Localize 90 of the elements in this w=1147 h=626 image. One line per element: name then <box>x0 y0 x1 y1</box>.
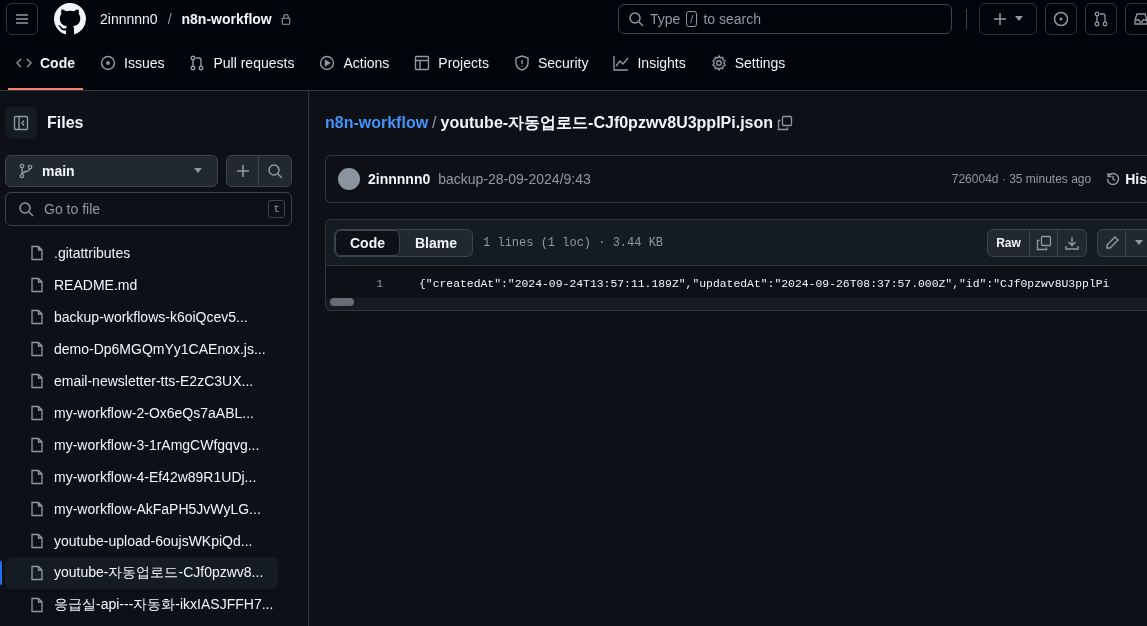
file-tree-item[interactable]: email-newsletter-tts-E2zC3UX... <box>5 365 278 397</box>
file-tree-item[interactable]: demo-Dp6MGQmYy1CAEnox.js... <box>5 333 278 365</box>
sidebar-title: Files <box>47 114 84 132</box>
file-tree-item[interactable]: README.md <box>5 269 278 301</box>
plus-icon <box>992 11 1008 27</box>
menu-button[interactable] <box>6 3 38 35</box>
history-link[interactable]: His <box>1105 171 1147 187</box>
search-icon <box>628 11 644 27</box>
create-new-button[interactable] <box>979 3 1037 35</box>
file-icon <box>29 565 45 581</box>
search-placeholder: Type <box>650 11 681 27</box>
pr-icon <box>189 55 206 71</box>
file-tree-item[interactable]: 응급실-api---자동화-ikxIASJFFH7... <box>5 589 278 621</box>
file-icon <box>29 341 45 357</box>
octocat-logo-icon[interactable] <box>54 3 86 35</box>
plus-icon <box>234 163 251 179</box>
line-number: 1 <box>375 278 383 290</box>
file-tree-item[interactable]: backup-workflows-k6oiQcev5... <box>5 301 278 333</box>
pull-requests-button[interactable] <box>1085 3 1117 35</box>
keyboard-shortcut: t <box>268 200 285 218</box>
file-icon <box>29 597 45 613</box>
history-icon <box>1105 171 1122 187</box>
table-icon <box>414 55 431 71</box>
repo-tab[interactable]: Projects <box>406 38 497 90</box>
caret-icon <box>1134 239 1144 246</box>
caret-icon <box>193 168 203 174</box>
file-tree-item[interactable]: youtube-upload-6oujsWKpiQd... <box>5 525 278 557</box>
inbox-icon <box>1133 11 1147 27</box>
file-icon <box>29 501 45 517</box>
search-field[interactable]: Type / to search <box>618 4 952 34</box>
issue-icon <box>1053 11 1069 27</box>
repo-link[interactable]: n8n-workflow <box>181 11 272 27</box>
keyboard-shortcut: / <box>686 11 698 27</box>
path-separator: / <box>167 11 172 27</box>
file-tree-item[interactable]: .gitattributes <box>5 237 278 269</box>
file-info: 1 lines (1 loc) · 3.44 KB <box>483 235 664 250</box>
menu-icon <box>14 11 30 27</box>
go-to-file-field[interactable]: Go to file t <box>5 192 292 226</box>
file-name: youtube-자동업로드-CJf0pzwv8U3pplPi.json <box>440 112 774 133</box>
branch-icon <box>18 163 34 179</box>
search-icon <box>267 163 283 179</box>
file-tree-item[interactable]: my-workflow-4-Ef42w89R1UDj... <box>5 461 278 493</box>
copy-icon <box>1035 234 1052 251</box>
path-separator: / <box>432 114 437 132</box>
issue-icon <box>100 55 116 71</box>
file-icon <box>29 405 45 421</box>
file-icon <box>29 437 45 453</box>
avatar <box>338 168 360 190</box>
gear-icon <box>710 55 727 71</box>
view-mode-tab[interactable]: Code <box>335 229 400 256</box>
repo-tab[interactable]: Settings <box>702 38 794 90</box>
pull-request-icon <box>1093 11 1109 27</box>
code-line: {"createdAt":"2024-09-24T13:57:11.189Z","updatedAt":"2024-09-26T08:37:57.000Z","id":"CJf0pzwv8U3pplPi <box>418 278 1110 290</box>
collapse-sidebar-button[interactable] <box>5 107 37 139</box>
file-tree-item[interactable]: my-workflow-2-Ox6eQs7aABL... <box>5 397 278 429</box>
file-icon <box>29 245 45 261</box>
repo-tab[interactable]: Issues <box>92 38 173 90</box>
file-icon <box>29 469 45 485</box>
shield-icon <box>513 55 530 71</box>
repo-tab[interactable]: Pull requests <box>181 38 303 90</box>
repo-tab[interactable]: Insights <box>605 38 694 90</box>
file-icon <box>29 373 45 389</box>
repo-link[interactable]: n8n-workflow <box>325 114 429 132</box>
repo-tab[interactable]: Code <box>8 38 83 90</box>
lock-icon <box>279 13 292 25</box>
file-tree-item[interactable]: my-workflow-AkFaPH5JvWyLG... <box>5 493 278 525</box>
file-tree-item[interactable]: my-workflow-3-1rAmgCWfgqvg... <box>5 429 278 461</box>
search-icon <box>18 201 34 217</box>
repo-tab[interactable]: Actions <box>311 38 398 90</box>
graph-icon <box>613 55 630 71</box>
commit-meta: 726004d · 35 minutes ago <box>951 172 1092 186</box>
branch-selector[interactable]: main <box>5 155 218 187</box>
file-icon <box>29 533 45 549</box>
repo-tab[interactable]: Security <box>505 38 597 90</box>
file-icon <box>29 277 45 293</box>
commit-message[interactable]: backup-28-09-2024/9:43 <box>438 171 591 187</box>
author-link[interactable]: 2innnnn0 <box>368 171 431 187</box>
play-icon <box>319 55 336 71</box>
go-to-file-placeholder: Go to file <box>44 201 101 217</box>
owner-link[interactable]: 2innnnn0 <box>100 11 158 27</box>
pencil-icon <box>1103 234 1120 251</box>
view-mode-tab[interactable]: Blame <box>400 229 473 256</box>
issues-button[interactable] <box>1045 3 1077 35</box>
copy-icon[interactable] <box>777 115 794 131</box>
file-icon <box>29 309 45 325</box>
download-icon <box>1064 234 1080 251</box>
caret-icon <box>1014 16 1024 22</box>
scrollbar-thumb[interactable] <box>330 298 354 306</box>
search-placeholder: to search <box>703 11 761 27</box>
sidebar-collapse-icon <box>13 115 29 131</box>
